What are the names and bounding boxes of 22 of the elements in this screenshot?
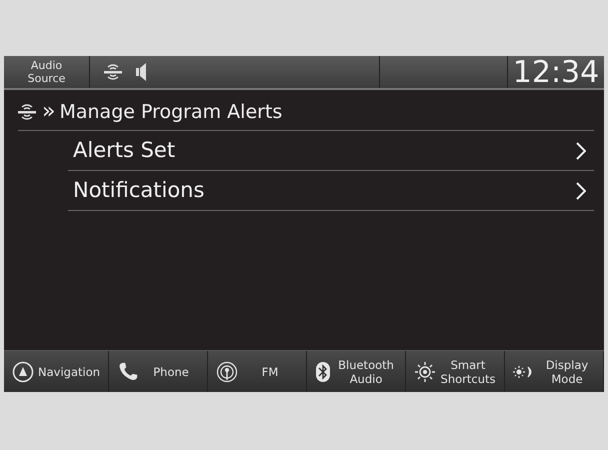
phone-icon — [117, 360, 140, 382]
shortcut-tab[interactable]: Bluetooth Audio — [307, 351, 406, 392]
shortcut-tab[interactable]: Smart Shortcuts — [406, 351, 506, 392]
sun-gear-icon — [414, 360, 436, 382]
breadcrumb-separator: » — [42, 101, 56, 123]
speaker-icon — [136, 63, 146, 81]
menu-item[interactable]: Alerts Set — [68, 131, 594, 171]
satellite-radio-icon — [16, 102, 38, 122]
chevron-right-icon — [576, 182, 586, 200]
compass-icon — [12, 360, 34, 382]
radio-signal-icon — [216, 360, 238, 382]
satellite-radio-icon — [102, 62, 124, 82]
menu-item[interactable]: Notifications — [68, 171, 594, 211]
bluetooth-icon — [315, 360, 332, 382]
clock: 12:34 — [512, 56, 600, 88]
shortcut-tab[interactable]: Display Mode — [505, 351, 604, 392]
audio-source-button[interactable]: Audio Source — [4, 56, 90, 88]
page-title: Manage Program Alerts — [59, 100, 282, 125]
chevron-right-icon — [576, 142, 586, 160]
shortcut-tab[interactable]: FM — [208, 351, 308, 392]
shortcut-tab[interactable]: Navigation — [4, 351, 110, 392]
shortcut-tab[interactable]: Phone — [109, 351, 208, 392]
